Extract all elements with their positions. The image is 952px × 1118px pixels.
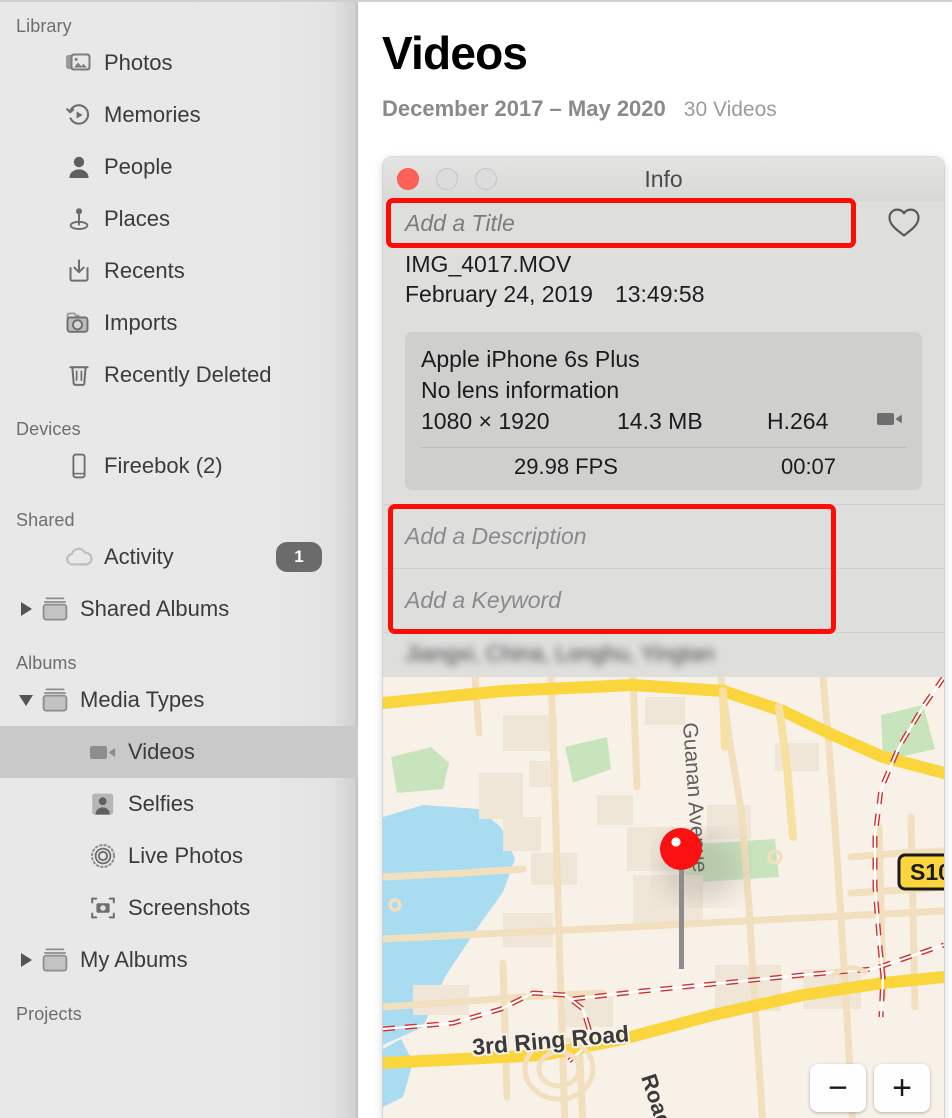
sidebar-item-label: Fireebok (2) xyxy=(104,453,223,478)
duration: 00:07 xyxy=(780,453,837,479)
imports-camera-icon xyxy=(62,310,96,336)
main-content: Videos December 2017 – May 2020 30 Video… xyxy=(358,0,952,1118)
svg-text:S101: S101 xyxy=(910,859,944,885)
sidebar-section-projects: Projects xyxy=(16,1004,82,1024)
playback-specs: 29.98 FPS 00:07 xyxy=(421,454,906,480)
map-canvas: Guanan Avenue 3rd Ring Road Road S101 xyxy=(383,677,944,1118)
metadata-divider xyxy=(421,446,906,448)
albums-icon xyxy=(38,946,72,974)
sidebar-item-label: Live Photos xyxy=(128,843,243,868)
video-count: 30 Videos xyxy=(683,98,777,121)
sidebar-item-memories[interactable]: Memories xyxy=(0,89,358,141)
metadata-card: Apple iPhone 6s Plus No lens information… xyxy=(405,331,922,490)
camera-model: Apple iPhone 6s Plus xyxy=(421,345,640,372)
title-input[interactable]: Add a Title xyxy=(391,201,857,245)
sidebar: Library Photos Memories People Places Re… xyxy=(0,0,358,1118)
page-title: Videos xyxy=(382,27,528,79)
capture-time: 13:49:58 xyxy=(614,281,705,308)
file-size: 14.3 MB xyxy=(617,407,703,434)
sidebar-item-label: Recents xyxy=(104,258,185,283)
frame-rate: 29.98 FPS xyxy=(514,453,618,479)
sidebar-section-shared: Shared xyxy=(16,510,75,530)
sidebar-item-fireebok[interactable]: Fireebok (2) xyxy=(0,440,358,492)
codec: H.264 xyxy=(767,407,829,434)
sidebar-section-devices: Devices xyxy=(16,419,81,439)
sidebar-item-label: Imports xyxy=(104,310,178,335)
sidebar-item-recently-deleted[interactable]: Recently Deleted xyxy=(0,349,358,401)
subtitle-row: December 2017 – May 2020 30 Videos xyxy=(358,80,952,122)
sidebar-section-library: Library xyxy=(16,16,72,36)
sidebar-section-albums: Albums xyxy=(16,653,77,673)
zoom-out-button[interactable]: − xyxy=(810,1064,866,1112)
keyword-input[interactable]: Add a Keyword xyxy=(383,567,944,632)
info-window-title: Info xyxy=(644,166,683,192)
map-view[interactable]: Guanan Avenue 3rd Ring Road Road S101 xyxy=(383,677,944,1118)
sidebar-item-label: People xyxy=(104,154,173,179)
places-pin-icon xyxy=(62,206,96,232)
video-camera-icon xyxy=(876,406,906,437)
map-zoom-controls: − + xyxy=(810,1064,930,1112)
description-input[interactable]: Add a Description xyxy=(383,503,944,568)
heart-icon[interactable] xyxy=(886,205,922,241)
live-photo-icon xyxy=(86,842,120,870)
sidebar-item-label: Memories xyxy=(104,102,201,127)
title-row: Add a Title xyxy=(383,198,944,249)
app-window: Library Photos Memories People Places Re… xyxy=(0,0,952,1118)
sidebar-item-photos[interactable]: Photos xyxy=(0,37,358,89)
albums-icon xyxy=(38,686,72,714)
video-icon xyxy=(86,741,120,763)
date-range: December 2017 – May 2020 xyxy=(382,96,666,121)
dimensions: 1080 × 1920 xyxy=(421,407,550,434)
capture-datetime: February 24, 2019 13:49:58 xyxy=(405,279,944,309)
people-icon xyxy=(62,154,96,180)
sidebar-item-media-types[interactable]: Media Types xyxy=(0,674,358,726)
iphone-icon xyxy=(62,453,96,479)
media-specs: 1080 × 1920 14.3 MB H.264 xyxy=(421,406,906,437)
sidebar-item-screenshots[interactable]: Screenshots xyxy=(0,882,358,934)
sidebar-item-places[interactable]: Places xyxy=(0,193,358,245)
location-row[interactable]: Jiangxi, China, Longhu, Yingtan xyxy=(383,631,944,676)
sidebar-item-imports[interactable]: Imports xyxy=(0,297,358,349)
info-panel: Info Add a Title IMG_4017.MOV February 2… xyxy=(383,157,944,1118)
memories-icon xyxy=(62,102,96,128)
sidebar-item-label: Videos xyxy=(128,739,195,764)
trash-icon xyxy=(62,362,96,388)
info-panel-titlebar[interactable]: Info xyxy=(383,157,944,201)
sidebar-item-activity[interactable]: Activity 1 xyxy=(0,531,358,583)
sidebar-item-people[interactable]: People xyxy=(0,141,358,193)
sidebar-item-videos[interactable]: Videos xyxy=(0,726,358,778)
sidebar-item-label: Photos xyxy=(104,50,173,75)
lens-info: No lens information xyxy=(421,376,620,403)
screenshot-icon xyxy=(86,894,120,922)
chevron-right-icon[interactable] xyxy=(14,602,38,616)
selfies-icon xyxy=(86,791,120,817)
zoom-in-button[interactable]: + xyxy=(874,1064,930,1112)
chevron-right-icon[interactable] xyxy=(14,953,38,967)
cloud-icon xyxy=(62,546,96,568)
activity-badge: 1 xyxy=(276,542,322,572)
sidebar-item-label: Places xyxy=(104,206,171,231)
sidebar-item-selfies[interactable]: Selfies xyxy=(0,778,358,830)
albums-icon xyxy=(38,595,72,623)
sidebar-item-live-photos[interactable]: Live Photos xyxy=(0,830,358,882)
file-name: IMG_4017.MOV xyxy=(405,251,572,277)
sidebar-item-label: Recently Deleted xyxy=(104,362,272,387)
chevron-down-icon[interactable] xyxy=(14,694,38,706)
capture-date: February 24, 2019 xyxy=(405,281,593,308)
recents-download-icon xyxy=(62,258,96,284)
sidebar-item-shared-albums[interactable]: Shared Albums xyxy=(0,583,358,635)
sidebar-item-label: Activity xyxy=(104,544,174,569)
sidebar-item-label: Media Types xyxy=(80,687,205,712)
file-info: IMG_4017.MOV February 24, 2019 13:49:58 xyxy=(383,249,944,324)
sidebar-item-label: Screenshots xyxy=(128,895,251,920)
sidebar-item-label: Shared Albums xyxy=(80,596,230,621)
sidebar-item-recents[interactable]: Recents xyxy=(0,245,358,297)
highway-shield: S101 xyxy=(897,853,944,891)
sidebar-item-label: My Albums xyxy=(80,947,188,972)
location-text: Jiangxi, China, Longhu, Yingtan xyxy=(405,641,715,667)
text-fields-group: Add a Description Add a Keyword xyxy=(383,503,944,634)
photos-icon xyxy=(62,51,96,75)
sidebar-item-label: Selfies xyxy=(128,791,195,816)
sidebar-item-my-albums[interactable]: My Albums xyxy=(0,934,358,986)
